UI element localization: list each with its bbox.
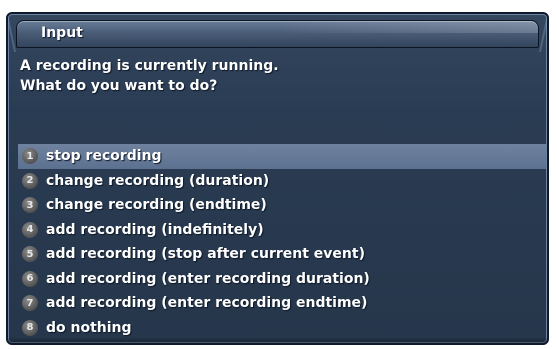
number-8-icon: 8	[22, 319, 38, 336]
number-5-icon: 5	[22, 246, 38, 263]
dialog-title: Input	[41, 25, 83, 41]
choice-label: add recording (indefinitely)	[46, 221, 264, 238]
message-line-2: What do you want to do?	[20, 78, 218, 94]
number-4-icon: 4	[22, 221, 38, 238]
choice-label: change recording (duration)	[46, 172, 270, 189]
message-line-1: A recording is currently running.	[20, 58, 279, 74]
choice-label: add recording (enter recording duration)	[46, 270, 370, 287]
dialog-message: A recording is currently running. What d…	[20, 56, 279, 96]
choice-add-recording-stop-after-event[interactable]: 5 add recording (stop after current even…	[18, 242, 546, 267]
choice-stop-recording[interactable]: 1 stop recording	[18, 144, 546, 169]
choice-change-recording-endtime[interactable]: 3 change recording (endtime)	[18, 193, 546, 218]
number-3-icon: 3	[22, 197, 38, 214]
number-1-icon: 1	[22, 148, 38, 165]
choice-label: add recording (stop after current event)	[46, 246, 365, 263]
choice-label: add recording (enter recording endtime)	[46, 295, 368, 312]
titlebar-shine	[278, 21, 538, 33]
number-7-icon: 7	[22, 295, 38, 312]
dialog-titlebar: Input	[16, 20, 539, 48]
choice-change-recording-duration[interactable]: 2 change recording (duration)	[18, 169, 546, 194]
choice-label: change recording (endtime)	[46, 197, 267, 214]
choice-list: 1 stop recording 2 change recording (dur…	[18, 144, 546, 340]
choice-label: do nothing	[46, 319, 132, 336]
choice-add-recording-enter-duration[interactable]: 6 add recording (enter recording duratio…	[18, 267, 546, 292]
input-dialog: Input A recording is currently running. …	[6, 12, 549, 345]
choice-label: stop recording	[46, 148, 162, 165]
number-2-icon: 2	[22, 172, 38, 189]
choice-add-recording-indefinitely[interactable]: 4 add recording (indefinitely)	[18, 218, 546, 243]
choice-add-recording-enter-endtime[interactable]: 7 add recording (enter recording endtime…	[18, 291, 546, 316]
dialog-bottom-edge	[8, 337, 547, 343]
number-6-icon: 6	[22, 270, 38, 287]
